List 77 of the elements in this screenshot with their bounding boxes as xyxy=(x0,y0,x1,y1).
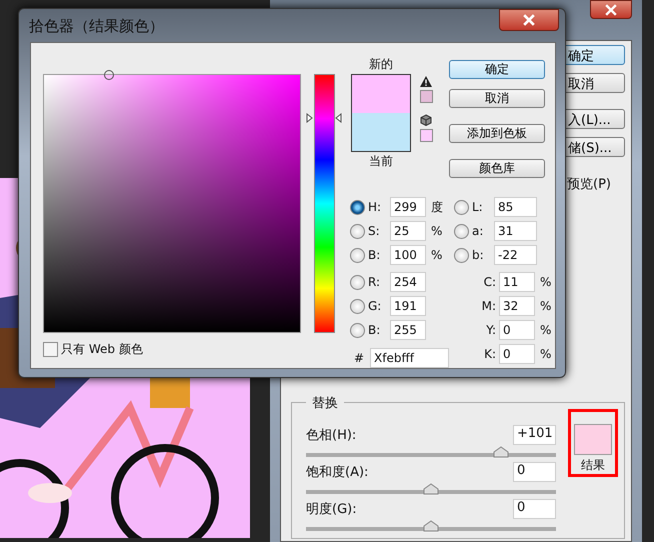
input-field[interactable]: 85 xyxy=(494,197,537,217)
slider-thumb[interactable] xyxy=(493,446,509,458)
web-safe-swatch[interactable] xyxy=(420,129,432,142)
input-field[interactable]: 191 xyxy=(390,296,426,316)
hue-slider[interactable] xyxy=(306,74,342,333)
field-label: H: xyxy=(368,200,382,214)
input-field[interactable]: -22 xyxy=(494,245,537,265)
dialog-button[interactable]: 添加到色板 xyxy=(449,124,545,143)
value-field[interactable]: 0 xyxy=(513,499,556,519)
radio-button[interactable] xyxy=(454,200,469,214)
field-label: B: xyxy=(368,248,382,262)
dialog-button[interactable]: 取消 xyxy=(449,89,545,108)
unit-label: % xyxy=(540,299,552,313)
close-icon[interactable] xyxy=(605,4,617,16)
field-label: C: xyxy=(482,275,497,289)
value-field[interactable]: 0 xyxy=(513,462,556,482)
close-button[interactable] xyxy=(590,0,632,19)
input-field[interactable]: 299 xyxy=(390,197,426,217)
slider-thumb[interactable] xyxy=(423,520,439,532)
value-field[interactable]: +101 xyxy=(513,425,556,445)
cube-icon[interactable] xyxy=(420,114,432,126)
result-swatch xyxy=(574,424,612,455)
field-label: M: xyxy=(480,299,497,313)
radio-button[interactable] xyxy=(454,248,469,262)
field-label: Y: xyxy=(485,323,497,337)
radio-button[interactable] xyxy=(350,224,365,238)
field-label: R: xyxy=(368,275,382,289)
slider-label: 明度(G): xyxy=(306,501,357,518)
field-label: S: xyxy=(368,224,381,238)
field-label: a: xyxy=(472,224,484,238)
radio-button[interactable] xyxy=(350,322,365,338)
field-label: K: xyxy=(483,347,497,361)
field-label: B: xyxy=(368,323,382,337)
input-field[interactable]: 100 xyxy=(390,245,426,265)
gamut-swatch[interactable] xyxy=(420,90,432,103)
unit-label: % xyxy=(540,275,552,289)
input-field[interactable]: 0 xyxy=(499,320,535,340)
window-title: 拾色器（结果颜色） xyxy=(29,17,164,36)
field-label: # xyxy=(354,351,366,365)
input-field[interactable]: 32 xyxy=(499,296,535,316)
close-icon[interactable] xyxy=(522,14,536,26)
unit-label: % xyxy=(431,224,442,238)
input-field[interactable]: 254 xyxy=(390,272,426,292)
unit-label: 度 xyxy=(431,198,443,216)
preview-label: 预览(P) xyxy=(567,176,612,193)
field-label: b: xyxy=(472,248,485,262)
slider-label: 色相(H): xyxy=(306,427,356,444)
current-label: 当前 xyxy=(369,153,393,170)
input-field[interactable]: 31 xyxy=(494,221,537,241)
dialog-button[interactable]: 颜色库 xyxy=(449,159,545,178)
field-label: L: xyxy=(472,200,484,214)
input-field[interactable]: 255 xyxy=(390,320,426,340)
radio-button[interactable] xyxy=(454,224,469,238)
new-label: 新的 xyxy=(369,56,393,73)
unit-label: % xyxy=(540,323,552,337)
checkbox[interactable] xyxy=(43,342,58,357)
result-label: 结果 xyxy=(581,457,605,474)
close-button[interactable] xyxy=(499,9,559,31)
radio-button[interactable] xyxy=(350,298,365,314)
unit-label: % xyxy=(431,248,442,262)
unit-label: % xyxy=(540,347,552,361)
input-field[interactable]: 0 xyxy=(499,344,535,364)
input-field[interactable]: 11 xyxy=(499,272,535,292)
slider-label: 饱和度(A): xyxy=(306,464,368,481)
radio-button[interactable] xyxy=(350,200,365,214)
input-field[interactable]: 25 xyxy=(390,221,426,241)
hue-handle[interactable] xyxy=(306,113,342,124)
radio-button[interactable] xyxy=(350,248,365,262)
radio-button[interactable] xyxy=(350,274,365,290)
picker-ring[interactable] xyxy=(104,70,114,80)
warning-icon[interactable] xyxy=(420,76,432,87)
dialog-button[interactable]: 确定 xyxy=(449,60,545,79)
slider-thumb[interactable] xyxy=(423,483,439,495)
field-label: G: xyxy=(368,299,382,313)
checkbox-label: 只有 Web 颜色 xyxy=(61,341,143,358)
input-field[interactable]: Xfebfff xyxy=(370,348,449,368)
group-title: 替换 xyxy=(306,394,344,412)
